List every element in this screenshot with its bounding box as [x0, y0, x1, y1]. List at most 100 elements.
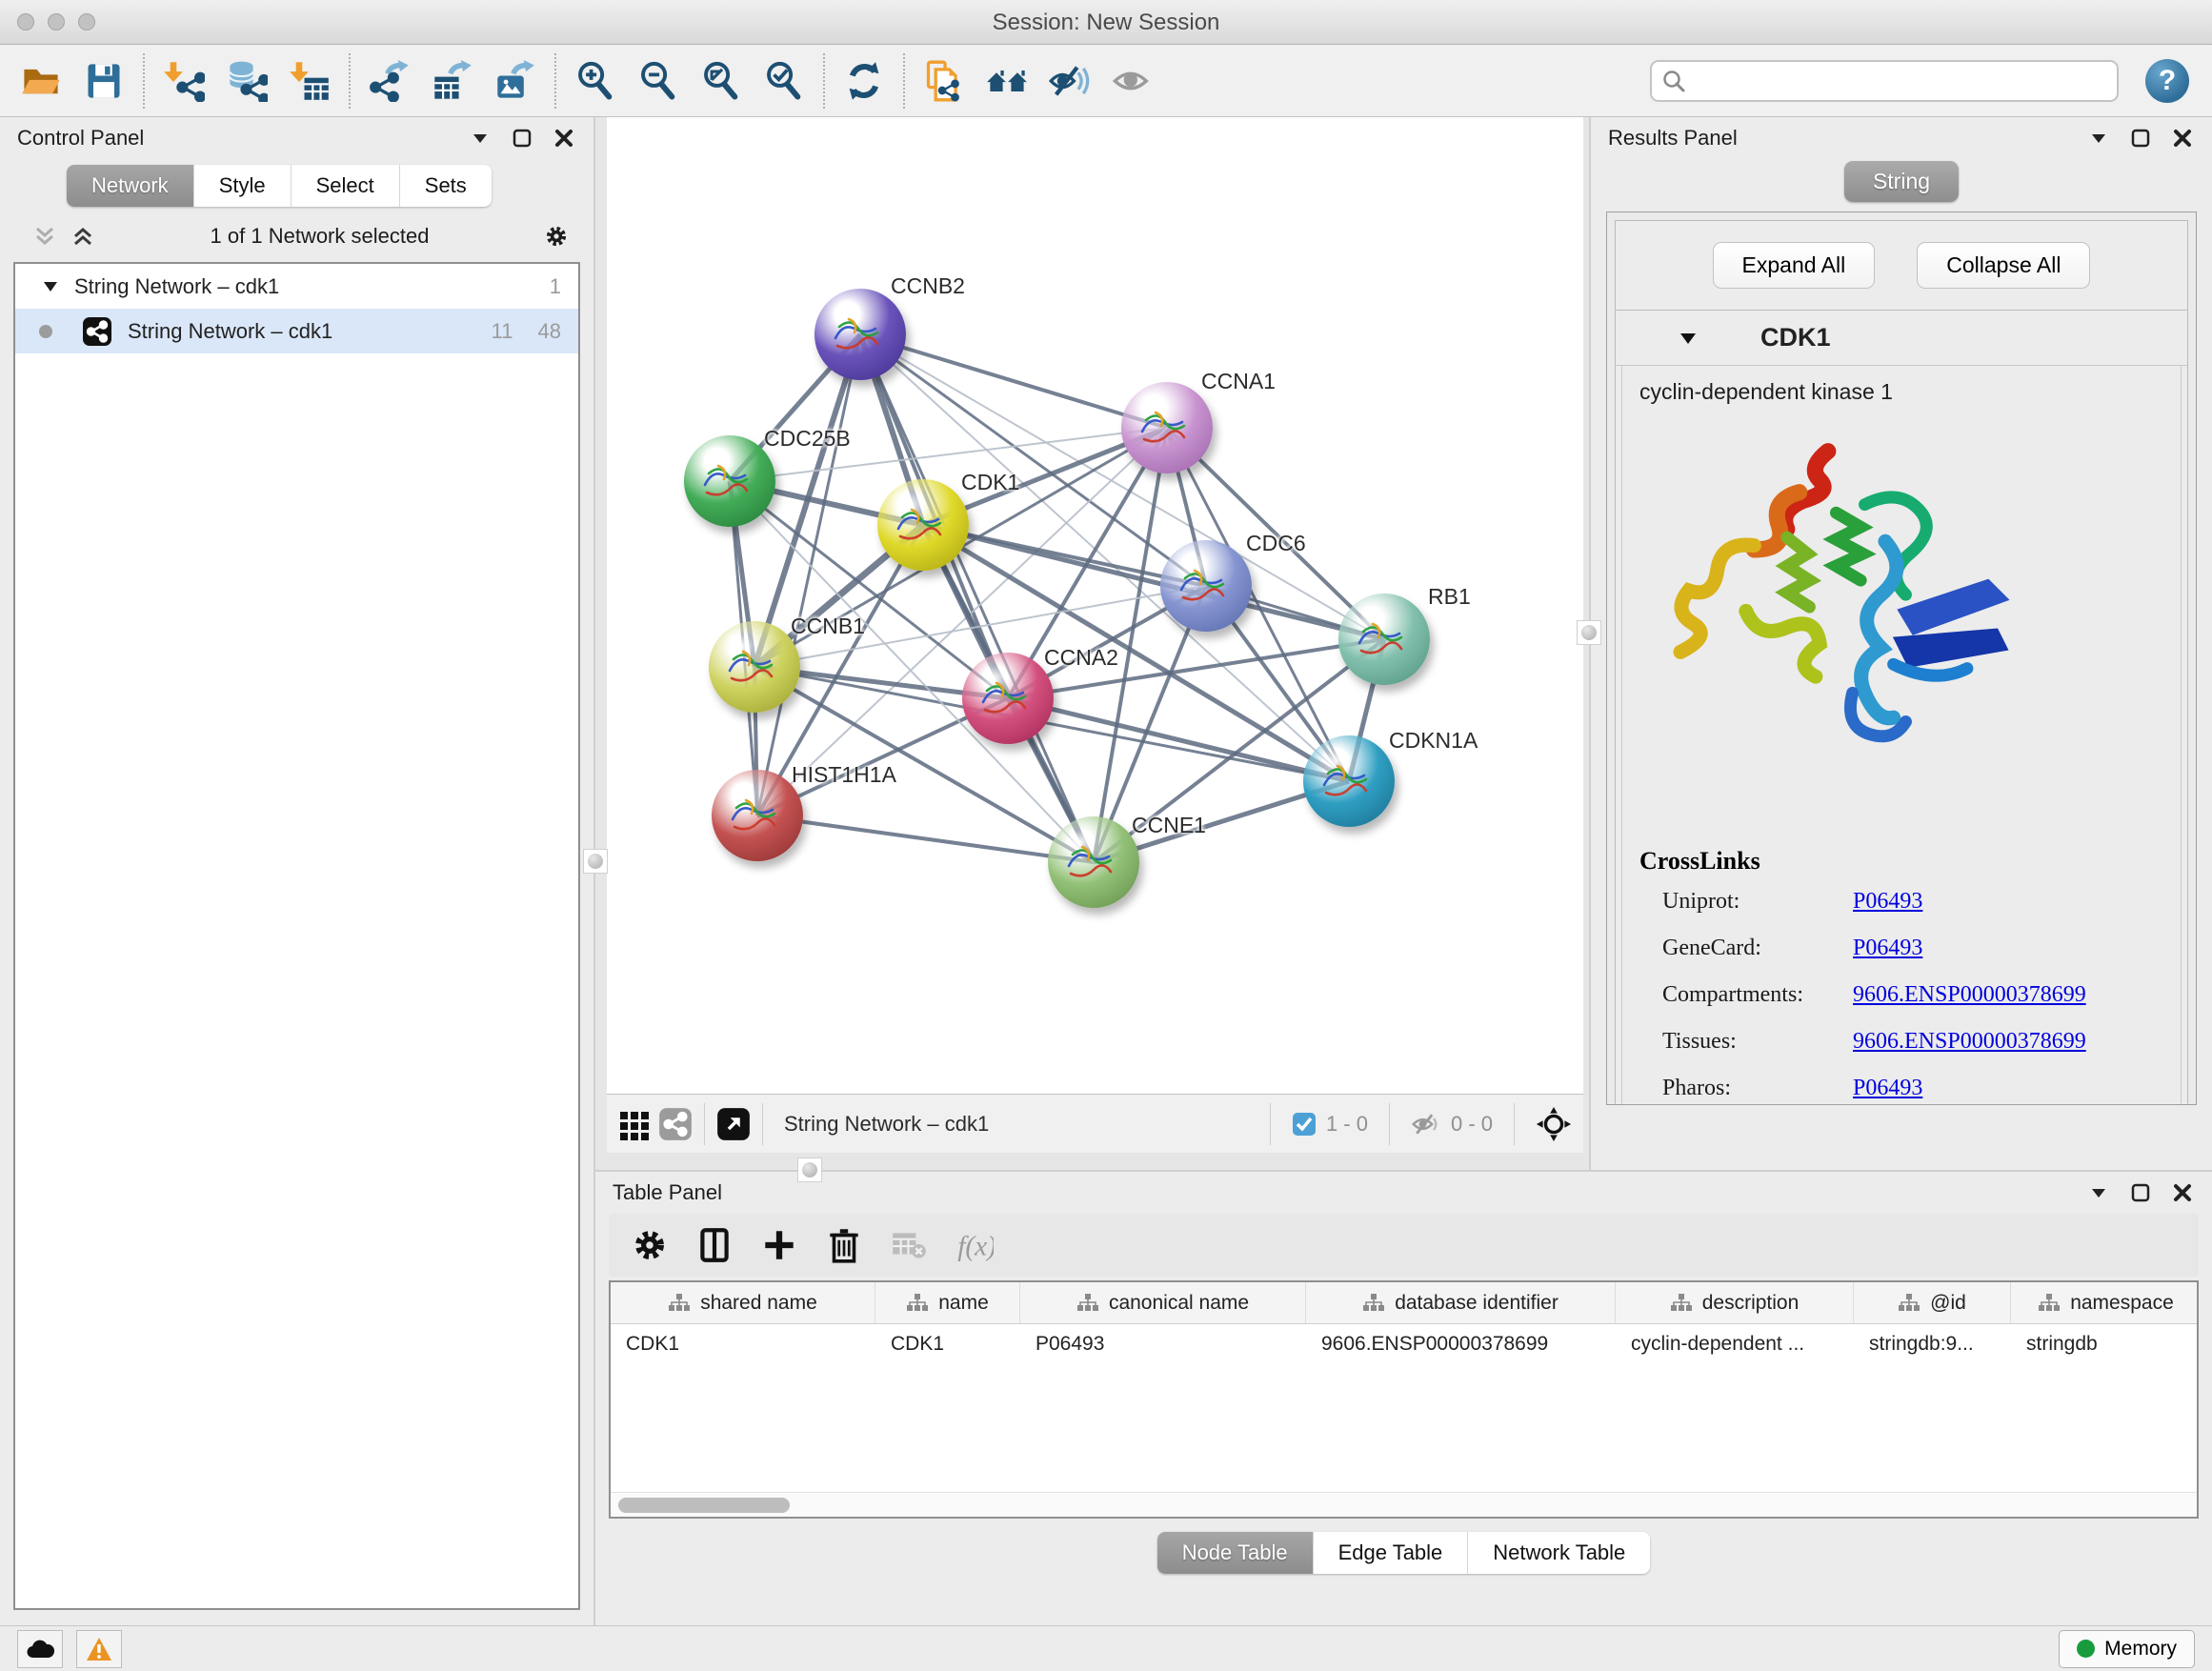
table-horizontal-scrollbar[interactable] — [611, 1492, 2197, 1517]
node-CDC6[interactable] — [1160, 540, 1252, 632]
maximize-window-button[interactable] — [78, 13, 95, 30]
crosslink-link[interactable]: P06493 — [1853, 936, 1922, 961]
open-session-button[interactable] — [13, 51, 69, 111]
tab-node-table[interactable]: Node Table — [1157, 1532, 1314, 1574]
table-cell[interactable]: 9606.ENSP00000378699 — [1306, 1324, 1616, 1364]
tab-edge-table[interactable]: Edge Table — [1314, 1532, 1469, 1574]
column-header-shared-name[interactable]: shared name — [611, 1282, 875, 1323]
column-header-namespace[interactable]: namespace — [2011, 1282, 2199, 1323]
export-image-button[interactable] — [488, 51, 543, 111]
node-CDK1[interactable] — [877, 479, 969, 571]
hide-selection-button[interactable] — [1042, 51, 1097, 111]
birds-eye-view-grid-icon[interactable] — [618, 1108, 651, 1140]
table-settings-gear-button[interactable] — [630, 1225, 670, 1265]
network-row[interactable]: String Network – cdk1 11 48 — [15, 309, 578, 353]
node-RB1[interactable] — [1338, 594, 1430, 685]
tab-network[interactable]: Network — [67, 165, 194, 207]
zoom-fit-button[interactable] — [694, 51, 749, 111]
show-all-button[interactable] — [1105, 51, 1160, 111]
edge-CCNB2-CCNA1[interactable] — [860, 334, 1167, 428]
houses-button[interactable] — [979, 51, 1035, 111]
network-canvas[interactable]: CCNB2CCNA1CDC25BCDK1CDC6RB1CCNB1CCNA2CDK… — [607, 117, 1583, 1094]
results-panel-close-icon[interactable] — [2170, 126, 2195, 151]
export-table-button[interactable] — [425, 51, 480, 111]
center-view-crosshair-icon[interactable] — [1536, 1106, 1572, 1142]
control-panel-float-icon[interactable] — [510, 126, 534, 151]
table-panel-close-icon[interactable] — [2170, 1180, 2195, 1205]
crosslink-link[interactable]: P06493 — [1853, 1076, 1922, 1101]
tab-string[interactable]: String — [1844, 161, 1959, 202]
search-box[interactable] — [1650, 60, 2119, 102]
table-cell[interactable]: CDK1 — [875, 1324, 1020, 1364]
table-cell[interactable]: stringdb — [2011, 1324, 2199, 1364]
collapse-all-tree-icon[interactable] — [32, 224, 57, 249]
collapse-all-button[interactable]: Collapse All — [1917, 242, 2090, 289]
cloud-status-button[interactable] — [17, 1630, 63, 1668]
warnings-button[interactable] — [76, 1630, 122, 1668]
tab-select[interactable]: Select — [292, 165, 400, 207]
column-header-database-identifier[interactable]: database identifier — [1306, 1282, 1616, 1323]
column-header-canonical-name[interactable]: canonical name — [1020, 1282, 1306, 1323]
results-panel-float-icon[interactable] — [2128, 126, 2153, 151]
toggle-columns-button[interactable] — [694, 1225, 734, 1265]
add-column-button[interactable] — [759, 1225, 799, 1265]
node-CCNB1[interactable] — [709, 621, 800, 713]
close-window-button[interactable] — [17, 13, 34, 30]
left-splitter-handle[interactable] — [583, 849, 608, 874]
table-panel-float-menu-icon[interactable] — [2086, 1180, 2111, 1205]
tab-network-table[interactable]: Network Table — [1468, 1532, 1650, 1574]
table-row[interactable]: CDK1CDK1P064939606.ENSP00000378699cyclin… — [611, 1324, 2197, 1364]
node-CCNE1[interactable] — [1048, 816, 1139, 908]
node-CDC25B[interactable] — [684, 435, 775, 527]
import-network-button[interactable] — [156, 51, 211, 111]
network-share-view-icon[interactable] — [658, 1107, 693, 1141]
crosslink-link[interactable]: P06493 — [1853, 889, 1922, 915]
minimize-window-button[interactable] — [48, 13, 65, 30]
edge-CCNB2-HIST1H1A[interactable] — [757, 334, 860, 815]
network-collection-row[interactable]: String Network – cdk1 1 — [15, 264, 578, 309]
node-table[interactable]: shared namenamecanonical namedatabase id… — [609, 1280, 2199, 1519]
node-CCNA1[interactable] — [1121, 382, 1213, 473]
help-button[interactable]: ? — [2145, 59, 2189, 103]
edge-CDK1-RB1[interactable] — [923, 525, 1384, 639]
zoom-in-button[interactable] — [568, 51, 623, 111]
expand-all-tree-icon[interactable] — [70, 224, 95, 249]
bottom-splitter-handle[interactable] — [797, 1158, 822, 1182]
crosslink-link[interactable]: 9606.ENSP00000378699 — [1853, 1029, 2086, 1055]
crosslink-link[interactable]: 9606.ENSP00000378699 — [1853, 982, 2086, 1008]
hidden-eye-slash-icon[interactable] — [1411, 1110, 1441, 1138]
results-panel-float-menu-icon[interactable] — [2086, 126, 2111, 151]
delete-column-button[interactable] — [824, 1225, 864, 1265]
apply-layout-button[interactable] — [836, 51, 892, 111]
export-network-button[interactable] — [362, 51, 417, 111]
node-HIST1H1A[interactable] — [712, 770, 803, 861]
tab-sets[interactable]: Sets — [400, 165, 492, 207]
node-CCNB2[interactable] — [814, 289, 906, 380]
column-header-name[interactable]: name — [875, 1282, 1020, 1323]
column-header-description[interactable]: description — [1616, 1282, 1854, 1323]
edge-HIST1H1A-CCNE1[interactable] — [757, 815, 1094, 862]
table-panel-float-icon[interactable] — [2128, 1180, 2153, 1205]
import-table-button[interactable] — [282, 51, 337, 111]
import-database-button[interactable] — [219, 51, 274, 111]
table-cell[interactable]: stringdb:9... — [1854, 1324, 2011, 1364]
control-panel-float-menu-icon[interactable] — [468, 126, 493, 151]
selected-checkbox-icon[interactable] — [1292, 1112, 1317, 1137]
network-from-selection-button[interactable] — [916, 51, 972, 111]
zoom-out-button[interactable] — [631, 51, 686, 111]
collection-expander-icon[interactable] — [42, 278, 59, 295]
search-input[interactable] — [1694, 70, 2107, 92]
network-options-gear-icon[interactable] — [544, 224, 569, 249]
node-details-expander-icon[interactable] — [1679, 329, 1698, 348]
node-CDKN1A[interactable] — [1303, 735, 1395, 827]
table-cell[interactable]: cyclin-dependent ... — [1616, 1324, 1854, 1364]
detach-view-icon[interactable] — [716, 1107, 751, 1141]
table-cell[interactable]: CDK1 — [611, 1324, 875, 1364]
scrollbar-thumb[interactable] — [618, 1498, 790, 1513]
expand-all-button[interactable]: Expand All — [1713, 242, 1876, 289]
right-splitter-handle[interactable] — [1577, 620, 1601, 645]
tab-style[interactable]: Style — [194, 165, 292, 207]
memory-button[interactable]: Memory — [2059, 1630, 2195, 1668]
zoom-selected-button[interactable] — [756, 51, 812, 111]
column-header-id[interactable]: @id — [1854, 1282, 2011, 1323]
